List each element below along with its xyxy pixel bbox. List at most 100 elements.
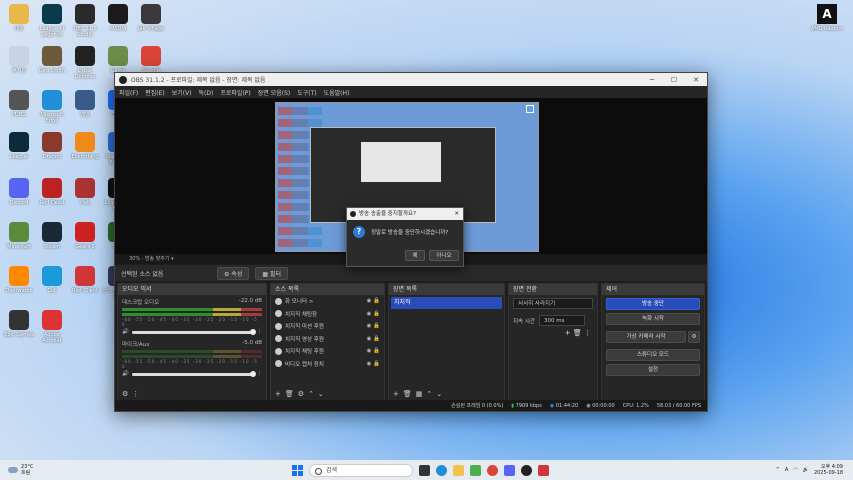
file-explorer-icon[interactable] [453,464,464,476]
desktop-icon[interactable]: Cyber Defense [68,46,102,80]
volume-icon[interactable]: 🔊 [803,467,809,473]
track-menu-icon[interactable]: ⋮ [257,371,263,377]
add-icon[interactable]: + [275,390,285,398]
desktop-icon[interactable]: Gears 5 [68,222,102,250]
settings-icon[interactable]: ⚙ [298,390,308,398]
yes-button[interactable]: 예 [405,250,425,261]
confirm-stop-dialog[interactable]: 방송 송출을 중지할까요? ✕ ? 정말로 방송을 중단하시겠습니까? 예 아니… [346,207,464,267]
volume-slider[interactable] [131,328,256,335]
scene-item[interactable]: 치지직 [391,297,502,309]
ime-icon[interactable]: A [785,467,788,473]
weather-widget[interactable]: 23°C 흐림 [8,464,33,476]
desktop-icon[interactable]: Jak Village [134,4,168,32]
menu-help[interactable]: 도움말(H) [324,88,350,97]
desktop-icon[interactable]: Hell [68,178,102,206]
obs-titlebar[interactable]: OBS 31.1.2 - 프로파일: 제목 없음 - 장면: 제목 없음 ─ ☐… [115,73,707,86]
delete-icon[interactable]: 🗑 [285,390,298,398]
chevron-up-icon[interactable]: ^ [776,467,780,473]
desktop-icon[interactable]: nVIDIA [101,4,135,32]
desktop-icon[interactable]: Game [101,46,135,74]
menu-profile[interactable]: 프로파일(P) [220,88,250,97]
desktop-icon[interactable]: 대충 [2,4,36,32]
menu-tools[interactable]: 도구(T) [297,88,316,97]
delete-icon[interactable]: 🗑 [573,329,582,337]
obs-taskbar-icon[interactable] [521,464,532,476]
add-icon[interactable]: + [393,390,403,398]
visibility-icon[interactable]: ◉ 🔒 [367,361,380,367]
track-menu-icon[interactable]: ⋮ [257,329,263,335]
source-item[interactable]: 화 모니터 > ◉ 🔒 [271,295,384,308]
taskbar-search[interactable]: 검색 [309,463,413,477]
desktop-icon[interactable]: Red Dead [35,178,69,206]
add-icon[interactable]: + [565,329,571,337]
duration-field[interactable]: 300 ms [539,315,585,326]
studio-mode-button[interactable]: 스튜디오 모드 [606,349,700,361]
zoom-level[interactable]: 30% [129,256,140,262]
start-recording-button[interactable]: 녹화 시작 [606,313,700,325]
desktop-icon[interactable]: Discord [2,178,36,206]
task-view-icon[interactable] [419,464,430,476]
wifi-icon[interactable]: ◠ [793,467,797,473]
desktop-icon[interactable]: Epic Games [2,310,36,338]
source-item[interactable]: 치지직 영상 후원 ◉ 🔒 [271,333,384,346]
speaker-icon[interactable]: 🔊 [122,371,129,377]
down-icon[interactable]: ⌄ [436,390,446,398]
delete-icon[interactable]: 🗑 [403,390,416,398]
desktop-icon[interactable]: League [2,132,36,160]
source-item[interactable]: 비디오 캡처 장치 ◉ 🔒 [271,358,384,371]
dialog-close-icon[interactable]: ✕ [454,208,459,220]
menu-edit[interactable]: 편집(E) [145,88,165,97]
preview-mode[interactable]: 방송 맞추기 [145,256,170,262]
desktop-icon[interactable]: Overwatch [2,266,36,294]
edge-icon[interactable] [436,464,447,476]
menu-file[interactable]: 파일(F) [119,88,138,97]
desktop-icon[interactable]: Dragon [35,132,69,160]
source-item[interactable]: 치지직 미션 후원 ◉ 🔒 [271,320,384,333]
menu-scene-collection[interactable]: 장면 모음(S) [258,88,290,97]
menu-dock[interactable]: 독(D) [199,88,214,97]
store-icon[interactable] [470,464,481,476]
desktop-icon[interactable]: 메일 [68,90,102,118]
desktop-icon[interactable]: 휴지통 [2,46,36,74]
desktop-icon[interactable]: Coll [35,266,69,294]
visibility-icon[interactable]: ◉ 🔒 [367,323,380,329]
desktop-icon[interactable]: PUBG [2,90,36,118]
maximize-button[interactable]: ☐ [663,76,685,84]
no-button[interactable]: 아니오 [429,250,459,261]
close-button[interactable]: ✕ [685,76,707,84]
desktop-icon[interactable]: Minecraft [2,222,36,250]
volume-slider[interactable] [131,370,256,377]
desktop-icon[interactable]: Microsoft Edge [35,90,69,124]
minimize-button[interactable]: ─ [641,76,663,84]
menu-icon[interactable]: ⋮ [132,390,143,398]
visibility-icon[interactable]: ◉ 🔒 [367,348,380,354]
dialog-titlebar[interactable]: 방송 송출을 중지할까요? ✕ [347,208,463,220]
app-icon[interactable] [538,464,549,476]
desktop-icon[interactable]: Riot Client [68,266,102,294]
source-item[interactable]: 치지직 채팅창 ◉ 🔒 [271,308,384,321]
chrome-icon[interactable] [487,464,498,476]
desktop-icon[interactable]: Steam [35,222,69,250]
filter-icon[interactable]: ▦ [416,390,427,398]
transition-select[interactable]: 서서히 사라지기 [513,298,593,309]
visibility-icon[interactable]: ◉ 🔒 [367,336,380,342]
desktop-icon[interactable]: OBS 31.1 Studio [68,4,102,38]
filters-button[interactable]: ▦ 필터 [255,266,288,280]
settings-button[interactable]: 설정 [606,364,700,376]
desktop-icon[interactable]: Adobe Acrobat [35,310,69,344]
stop-streaming-button[interactable]: 방송 중단 [606,298,700,310]
desktop-icon[interactable]: League of Legends [35,4,69,38]
menu-view[interactable]: 보기(V) [172,88,192,97]
clock[interactable]: 오후 4:09 2025-09-18 [814,464,843,476]
start-button[interactable] [292,464,303,476]
menu-icon[interactable]: ⋮ [584,329,591,337]
down-icon[interactable]: ⌄ [318,390,328,398]
speaker-icon[interactable]: 🔊 [122,329,129,335]
desktop-icon-amd[interactable]: A AMD Radeon [810,4,844,32]
up-icon[interactable]: ⌃ [426,390,436,398]
virtual-camera-settings-button[interactable]: ⚙ [688,331,700,343]
discord-icon[interactable] [504,464,515,476]
properties-button[interactable]: ⚙ 속성 [217,266,250,280]
source-item[interactable]: 치지직 채팅 후원 ◉ 🔒 [271,345,384,358]
desktop-icon[interactable]: Geo Smith [35,46,69,74]
